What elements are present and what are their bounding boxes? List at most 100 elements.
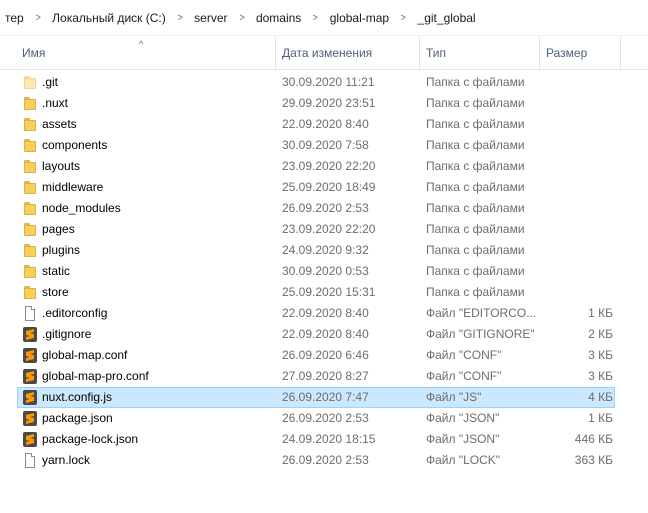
file-name: package-lock.json: [42, 432, 139, 446]
file-size: [540, 156, 613, 177]
file-row[interactable]: .gitignore 22.09.2020 8:40 Файл "GITIGNORE…: [0, 324, 648, 345]
file-size: [540, 135, 613, 156]
file-type: Папка с файлами: [426, 117, 525, 131]
file-size: [540, 177, 613, 198]
file-type: Папка с файлами: [426, 180, 525, 194]
column-header-name[interactable]: Имя: [16, 36, 274, 70]
file-name: package.json: [42, 411, 113, 425]
sublime-icon: [22, 411, 37, 426]
folder-icon: [22, 222, 37, 237]
file-name: node_modules: [42, 201, 121, 215]
file-date: 25.09.2020 15:31: [282, 285, 376, 299]
file-type: Файл "JSON": [426, 411, 500, 425]
file-date: 23.09.2020 22:20: [282, 159, 376, 173]
folder-icon: [22, 159, 37, 174]
file-date: 30.09.2020 11:21: [282, 75, 375, 89]
column-header-size[interactable]: Размер: [540, 36, 620, 70]
column-header-date[interactable]: Дата изменения: [276, 36, 418, 70]
file-size: [540, 93, 613, 114]
file-type: Файл "GITIGNORE": [426, 327, 535, 341]
file-row[interactable]: assets 22.09.2020 8:40 Папка с файлами: [0, 114, 648, 135]
breadcrumb-item[interactable]: тер: [2, 11, 27, 25]
breadcrumb-item[interactable]: global-map: [327, 11, 392, 25]
file-type: Файл "JS": [426, 390, 482, 404]
file-size: 4 КБ: [588, 390, 613, 404]
file-row[interactable]: package-lock.json 24.09.2020 18:15 Файл "J…: [0, 429, 648, 450]
breadcrumb-item[interactable]: domains: [253, 11, 304, 25]
file-row[interactable]: .git 30.09.2020 11:21 Папка с файлами: [0, 72, 648, 93]
file-row[interactable]: static 30.09.2020 0:53 Папка с файлами: [0, 261, 648, 282]
file-date: 26.09.2020 7:47: [282, 390, 369, 404]
file-name: store: [42, 285, 69, 299]
file-row[interactable]: .nuxt 29.09.2020 23:51 Папка с файлами: [0, 93, 648, 114]
file-name: .editorconfig: [42, 306, 108, 320]
breadcrumb-item[interactable]: Локальный диск (C:): [49, 11, 169, 25]
folder-icon: [22, 264, 37, 279]
file-name: components: [42, 138, 108, 152]
file-row[interactable]: global-map-pro.conf 27.09.2020 8:27 Файл "…: [0, 366, 648, 387]
chevron-right-icon[interactable]: >: [171, 12, 189, 24]
file-size: [540, 282, 613, 303]
file-type: Папка с файлами: [426, 222, 525, 236]
file-name: .gitignore: [42, 327, 92, 341]
file-date: 30.09.2020 0:53: [282, 264, 369, 278]
folder-icon: [22, 285, 37, 300]
file-row[interactable]: pages 23.09.2020 22:20 Папка с файлами: [0, 219, 648, 240]
sort-ascending-icon: ^: [139, 39, 144, 49]
file-size: [540, 114, 613, 135]
file-date: 24.09.2020 9:32: [282, 243, 369, 257]
file-row[interactable]: components 30.09.2020 7:58 Папка с файлами: [0, 135, 648, 156]
folder-icon: [22, 180, 37, 195]
file-list: .git 30.09.2020 11:21 Папка с файлами .nuxt…: [0, 72, 648, 471]
file-date: 27.09.2020 8:27: [282, 369, 369, 383]
breadcrumb-item[interactable]: _git_global: [415, 11, 479, 25]
file-size: 3 КБ: [588, 369, 613, 383]
file-row[interactable]: middleware 25.09.2020 18:49 Папка с файлам…: [0, 177, 648, 198]
sublime-icon: [22, 327, 37, 342]
file-name: assets: [42, 117, 77, 131]
file-row[interactable]: nuxt.config.js 26.09.2020 7:47 Файл "JS" 4 …: [0, 387, 648, 408]
file-row[interactable]: store 25.09.2020 15:31 Папка с файлами: [0, 282, 648, 303]
folder-icon: [22, 138, 37, 153]
file-date: 30.09.2020 7:58: [282, 138, 369, 152]
chevron-right-icon[interactable]: >: [307, 12, 325, 24]
file-row[interactable]: layouts 23.09.2020 22:20 Папка с файлами: [0, 156, 648, 177]
sublime-icon: [22, 369, 37, 384]
chevron-right-icon[interactable]: >: [233, 12, 251, 24]
file-size: [540, 72, 613, 93]
file-date: 26.09.2020 2:53: [282, 411, 369, 425]
file-type: Папка с файлами: [426, 96, 525, 110]
folder-icon: [22, 201, 37, 216]
breadcrumb[interactable]: тер > Локальный диск (C:) > server > dom…: [0, 0, 648, 36]
file-icon: [22, 306, 37, 321]
column-header-type[interactable]: Тип: [420, 36, 538, 70]
file-type: Папка с файлами: [426, 159, 525, 173]
file-type: Папка с файлами: [426, 243, 525, 257]
column-divider[interactable]: [620, 36, 621, 70]
file-row[interactable]: .editorconfig 22.09.2020 8:40 Файл "EDITOR…: [0, 303, 648, 324]
file-type: Папка с файлами: [426, 75, 525, 89]
breadcrumb-item[interactable]: server: [191, 11, 230, 25]
file-date: 25.09.2020 18:49: [282, 180, 376, 194]
file-name: yarn.lock: [42, 453, 91, 467]
file-type: Папка с файлами: [426, 138, 525, 152]
file-row[interactable]: plugins 24.09.2020 9:32 Папка с файлами: [0, 240, 648, 261]
file-name: pages: [42, 222, 75, 236]
file-date: 26.09.2020 2:53: [282, 453, 369, 467]
file-row[interactable]: node_modules 26.09.2020 2:53 Папка с файла…: [0, 198, 648, 219]
file-size: [540, 261, 613, 282]
file-row[interactable]: global-map.conf 26.09.2020 6:46 Файл "CONF…: [0, 345, 648, 366]
folder-icon: [22, 96, 37, 111]
file-type: Файл "CONF": [426, 348, 502, 362]
chevron-right-icon[interactable]: >: [29, 12, 47, 24]
file-size: 1 КБ: [588, 306, 613, 320]
sublime-icon: [22, 390, 37, 405]
file-row[interactable]: yarn.lock 26.09.2020 2:53 Файл "LOCK" 363 К…: [0, 450, 648, 471]
file-type: Папка с файлами: [426, 201, 525, 215]
file-row[interactable]: package.json 26.09.2020 2:53 Файл "JSON" 1 …: [0, 408, 648, 429]
file-date: 22.09.2020 8:40: [282, 306, 369, 320]
file-date: 23.09.2020 22:20: [282, 222, 376, 236]
chevron-right-icon[interactable]: >: [394, 12, 412, 24]
file-type: Папка с файлами: [426, 285, 525, 299]
folder-icon: [22, 75, 37, 90]
